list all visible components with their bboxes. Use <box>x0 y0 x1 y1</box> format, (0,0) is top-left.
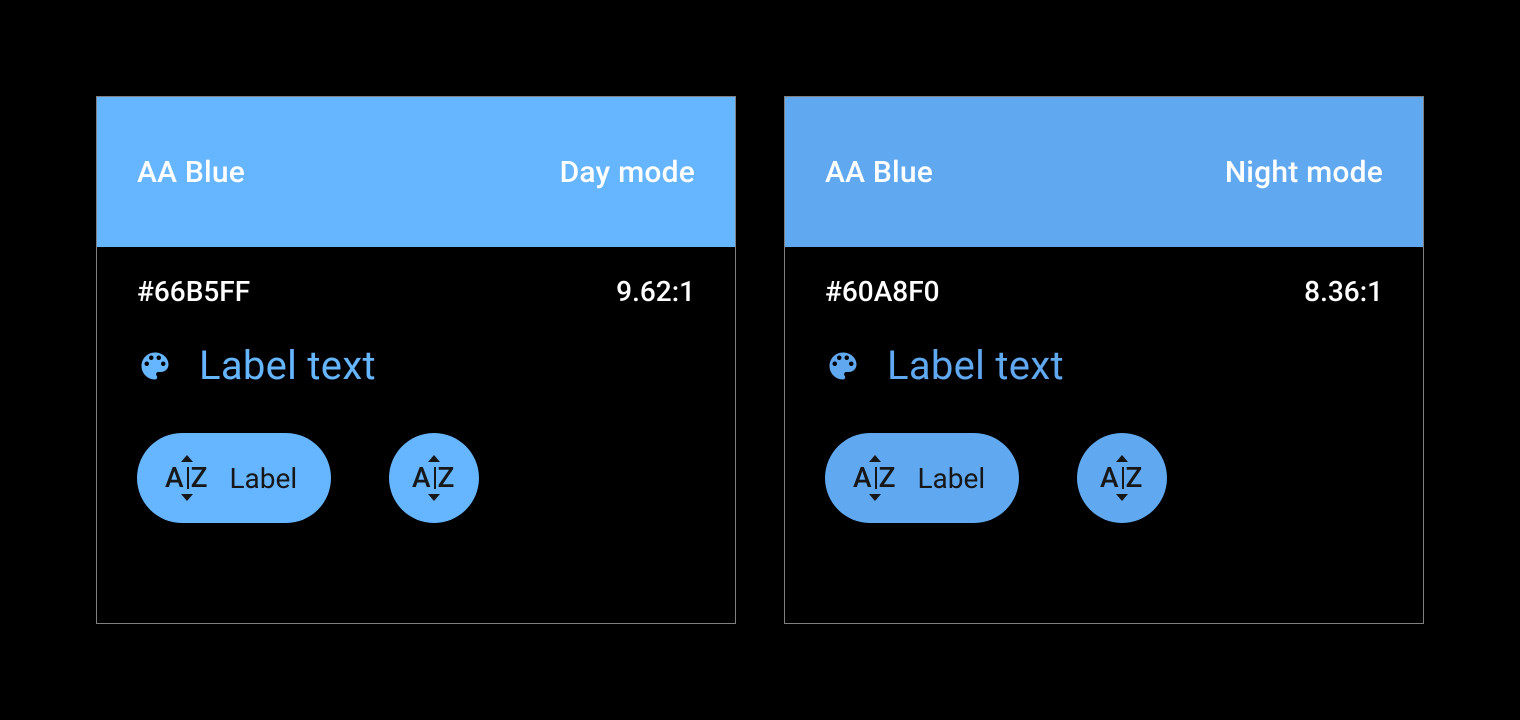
button-row: AZ Label AZ <box>825 433 1383 523</box>
stage: AA Blue Day mode #66B5FF 9.62:1 Label te… <box>0 0 1520 720</box>
chip-button[interactable]: AZ Label <box>137 433 331 523</box>
circle-button[interactable]: AZ <box>1077 433 1167 523</box>
palette-icon <box>137 348 173 384</box>
sort-az-icon: AZ <box>853 464 897 492</box>
sample-label-text: Label text <box>887 342 1064 389</box>
card-header: AA Blue Night mode <box>785 97 1423 247</box>
sort-az-icon: AZ <box>1100 464 1144 492</box>
hex-value: #66B5FF <box>137 275 250 308</box>
card-header: AA Blue Day mode <box>97 97 735 247</box>
circle-button[interactable]: AZ <box>389 433 479 523</box>
color-card-day: AA Blue Day mode #66B5FF 9.62:1 Label te… <box>96 96 736 624</box>
sample-label-text: Label text <box>199 342 376 389</box>
chip-label: Label <box>917 462 985 495</box>
sort-az-icon: AZ <box>412 464 456 492</box>
card-title: AA Blue <box>137 155 245 190</box>
info-row: #60A8F0 8.36:1 <box>825 275 1383 308</box>
label-row: Label text <box>825 342 1383 389</box>
palette-icon <box>825 348 861 384</box>
hex-value: #60A8F0 <box>825 275 940 308</box>
contrast-ratio: 8.36:1 <box>1304 275 1383 308</box>
card-body: #66B5FF 9.62:1 Label text AZ Label <box>97 247 735 623</box>
card-mode: Night mode <box>1225 155 1383 190</box>
card-title: AA Blue <box>825 155 933 190</box>
chip-button[interactable]: AZ Label <box>825 433 1019 523</box>
button-row: AZ Label AZ <box>137 433 695 523</box>
color-card-night: AA Blue Night mode #60A8F0 8.36:1 Label … <box>784 96 1424 624</box>
sort-az-icon: AZ <box>165 464 209 492</box>
card-body: #60A8F0 8.36:1 Label text AZ Label <box>785 247 1423 623</box>
contrast-ratio: 9.62:1 <box>616 275 695 308</box>
chip-label: Label <box>229 462 297 495</box>
label-row: Label text <box>137 342 695 389</box>
info-row: #66B5FF 9.62:1 <box>137 275 695 308</box>
card-mode: Day mode <box>560 155 695 190</box>
